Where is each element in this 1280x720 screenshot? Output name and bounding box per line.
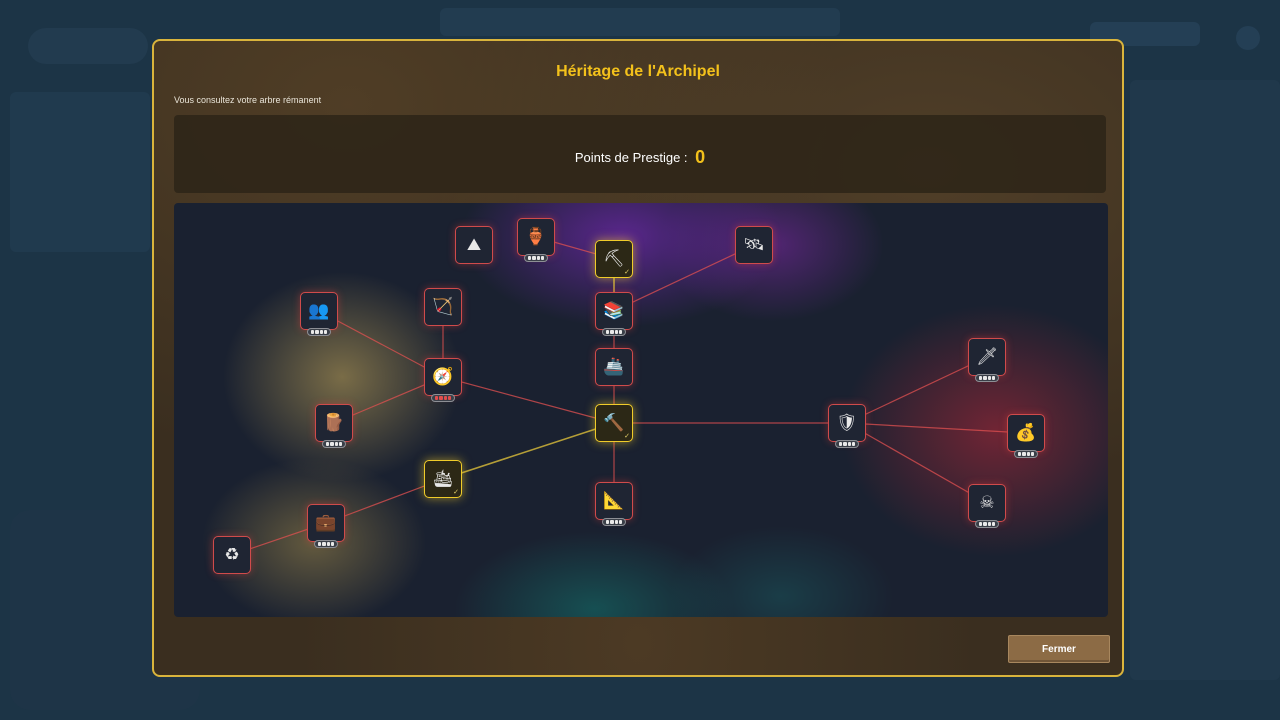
skill-node-bow[interactable]: 🏹 (424, 288, 462, 326)
satellite-icon: 🛰 (743, 234, 765, 255)
people-icon: 👥 (308, 300, 330, 321)
check-icon: ✓ (453, 488, 459, 496)
compass-icon: 🧭 (432, 366, 454, 387)
skill-node-shield[interactable]: 🛡 (828, 404, 866, 448)
modal-subtitle: Vous consultez votre arbre rémanent (174, 95, 322, 105)
skill-node-satellite[interactable]: 🛰 (735, 226, 773, 264)
background-left-panel (10, 92, 150, 252)
background-right-panel (1130, 80, 1280, 680)
level-indicator (602, 518, 626, 526)
skill-node-set-square[interactable]: 📐 (595, 482, 633, 526)
level-indicator (314, 540, 338, 548)
books-satellite-link (613, 244, 755, 312)
cargo-ship-icon: 🛳 (432, 468, 454, 489)
pickaxe-icon: ⛏ (603, 248, 625, 269)
shield-dagger-link (846, 356, 988, 424)
skill-node-cargo-ship[interactable]: 🛳 ✓ (424, 460, 462, 498)
level-indicator (322, 440, 346, 448)
level-indicator (307, 328, 331, 336)
compass-hammer-link (442, 376, 615, 424)
skill-node-money-bag[interactable]: 💰 (1007, 414, 1045, 458)
level-indicator (431, 394, 455, 402)
ship-icon: 🚢 (603, 356, 625, 377)
check-icon: ✓ (624, 268, 630, 276)
skill-node-ship[interactable]: 🚢 (595, 348, 633, 386)
recycle-icon: ♻ (224, 544, 240, 565)
level-indicator (602, 328, 626, 336)
skill-node-hammer[interactable]: 🔨 ✓ (595, 404, 633, 442)
skill-node-pirate[interactable]: ☠ (968, 484, 1006, 528)
shield-icon: 🛡 (836, 412, 858, 433)
cargo-ship-hammer-link (442, 422, 615, 480)
modal-title: Héritage de l'Archipel (556, 63, 720, 80)
skill-node-compass[interactable]: 🧭 (424, 358, 462, 402)
level-indicator (1014, 450, 1038, 458)
background-topbar (440, 8, 840, 36)
prestige-panel: Points de Prestige : 0 (174, 115, 1106, 193)
books-icon: 📚 (603, 300, 625, 321)
level-indicator (524, 254, 548, 262)
skill-node-vase[interactable]: 🏺 (517, 218, 555, 262)
close-button[interactable]: Fermer (1008, 635, 1110, 663)
background-title (28, 28, 148, 64)
check-icon: ✓ (624, 432, 630, 440)
level-indicator (835, 440, 859, 448)
skill-node-wood[interactable]: 🪵 (315, 404, 353, 448)
prestige-label: Points de Prestige : (574, 150, 688, 165)
skill-node-recycle[interactable]: ♻ (213, 536, 251, 574)
skill-node-mountain[interactable]: ⛰ (455, 226, 493, 264)
hammer-icon: 🔨 (603, 412, 625, 433)
skill-tree: ⛰ 🏺 ⛏ ✓ 🛰 📚 🚢 🔨 ✓ 📐 👥 🏹 🧭 🪵 🛳 ✓ 💼 ♻ 🛡 🗡 💰 ☠ (174, 203, 1108, 617)
wood-log-icon: 🪵 (323, 412, 345, 433)
briefcase-icon: 💼 (315, 512, 337, 533)
mountain-icon: ⛰ (466, 234, 482, 255)
vase-icon: 🏺 (525, 226, 547, 247)
set-square-icon: 📐 (603, 490, 625, 511)
prestige-value: 0 (695, 147, 706, 167)
shield-pirate-link (846, 422, 988, 504)
skill-node-people[interactable]: 👥 (300, 292, 338, 336)
money-bag-icon: 💰 (1015, 422, 1037, 443)
level-indicator (975, 374, 999, 382)
skill-node-pickaxe[interactable]: ⛏ ✓ (595, 240, 633, 278)
background-topright-icon (1236, 26, 1260, 50)
skill-node-briefcase[interactable]: 💼 (307, 504, 345, 548)
bow-icon: 🏹 (432, 296, 454, 317)
skill-node-books[interactable]: 📚 (595, 292, 633, 336)
shield-money-bag-link (846, 422, 1027, 434)
heritage-modal: Héritage de l'Archipel Vous consultez vo… (152, 39, 1124, 677)
prestige-display: Points de Prestige : 0 (174, 147, 1106, 168)
level-indicator (975, 520, 999, 528)
skill-node-dagger[interactable]: 🗡 (968, 338, 1006, 382)
dagger-icon: 🗡 (976, 346, 998, 367)
pirate-flag-icon: ☠ (979, 492, 995, 513)
